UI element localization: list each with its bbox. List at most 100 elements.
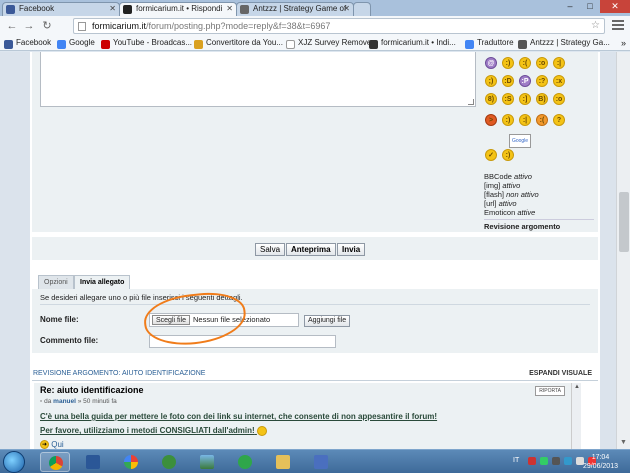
file-comment-label: Commento file: [40, 336, 99, 345]
smiley-icon[interactable]: :) [502, 57, 514, 69]
smiley-icon[interactable]: :| [553, 57, 565, 69]
post-meta-prefix: da [44, 398, 52, 405]
bookmark-youtube[interactable]: YouTube - Broadcas... [101, 38, 192, 49]
file-name-label: Nome file: [40, 315, 79, 324]
youtube-icon [101, 40, 110, 49]
smiley-icon[interactable]: :| [519, 114, 531, 126]
bookmark-translator[interactable]: Traduttore [465, 38, 514, 49]
url-input[interactable]: formicarium.it/forum/posting.php?mode=re… [73, 18, 605, 34]
tray-icon[interactable] [564, 457, 572, 465]
menu-icon[interactable] [612, 20, 624, 32]
close-tab-icon[interactable]: ✕ [109, 4, 116, 13]
taskbar-paint[interactable] [306, 452, 336, 472]
post-scrollbar[interactable]: ▲ [571, 383, 581, 449]
tray-icon[interactable] [528, 457, 536, 465]
taskbar-chrome[interactable] [40, 452, 70, 472]
tab-facebook[interactable]: Facebook ✕ [2, 2, 120, 16]
tab-antzzz[interactable]: Antzzz | Strategy Game of ✕ [236, 2, 354, 16]
google-sign-smiley-icon[interactable]: Google [509, 134, 531, 148]
expand-view-link[interactable]: ESPANDI VISUALE [529, 370, 592, 377]
img-status: attivo [502, 181, 521, 190]
resize-handle[interactable] [468, 99, 474, 105]
language-indicator[interactable]: IT [513, 457, 519, 464]
smiley-icon[interactable]: 8) [485, 93, 497, 105]
page-scrollbar[interactable]: ▼ [616, 52, 630, 449]
scroll-up-icon[interactable]: ▲ [574, 384, 580, 390]
bookmark-google[interactable]: Google [57, 38, 95, 49]
smiley-icon[interactable]: > [485, 114, 497, 126]
add-file-button[interactable]: Aggiungi file [304, 315, 351, 327]
post-meta: ▫ da manuel » 50 minuti fa [40, 398, 117, 405]
question-smiley-icon[interactable]: ? [553, 114, 565, 126]
jester-smiley-icon[interactable]: :P [519, 75, 531, 87]
back-icon[interactable]: ← [5, 19, 19, 33]
close-tab-icon[interactable]: ✕ [343, 4, 350, 13]
post-author-link[interactable]: manuel [53, 398, 76, 405]
smiley-icon[interactable]: :? [536, 75, 548, 87]
smiley-icon[interactable]: :( [519, 57, 531, 69]
post-icon: ▫ [40, 398, 43, 405]
smiley-icon[interactable]: :) [502, 149, 514, 161]
taskbar-media-center[interactable] [154, 452, 184, 472]
tray-icon[interactable] [540, 457, 548, 465]
tab-attach-file[interactable]: Invia allegato [74, 275, 131, 289]
taskbar-clock[interactable]: 17:04 29/06/2013 [583, 453, 618, 471]
forward-icon[interactable]: → [22, 19, 36, 33]
tray-icon[interactable] [552, 457, 560, 465]
bookmark-label: Facebook [16, 38, 52, 47]
maximize-button[interactable]: □ [580, 0, 600, 13]
taskbar-picasa[interactable] [116, 452, 146, 472]
bookmark-label: XJZ Survey Remover [298, 38, 375, 47]
img-label: [img] [484, 181, 501, 190]
bbcode-label: BBCode [484, 172, 512, 181]
facebook-icon [4, 40, 13, 49]
emoticon-status: attive [517, 208, 536, 217]
smiley-icon[interactable]: :D [502, 75, 514, 87]
close-tab-icon[interactable]: ✕ [226, 4, 233, 13]
taskbar-utorrent[interactable] [230, 452, 260, 472]
bookmark-formicarium[interactable]: formicarium.it • Indi... [369, 38, 456, 49]
scroll-down-icon[interactable]: ▼ [620, 439, 627, 446]
smiley-icon[interactable]: :) [502, 114, 514, 126]
message-textarea[interactable] [40, 52, 476, 107]
topic-review-header: REVISIONE ARGOMENTO: AIUTO IDENTIFICAZIO… [32, 369, 598, 381]
tab-formicarium[interactable]: formicarium.it • Rispondi ✕ [119, 2, 237, 16]
reload-icon[interactable]: ↻ [40, 19, 54, 33]
bookmarks-more-button[interactable]: » [621, 38, 626, 48]
browser-tab-strip: Facebook ✕ formicarium.it • Rispondi ✕ A… [0, 0, 630, 16]
smiley-icon[interactable]: ;) [485, 75, 497, 87]
bookmark-antzzz[interactable]: Antzzz | Strategy Ga... [518, 38, 610, 49]
scrollbar-thumb[interactable] [619, 192, 629, 252]
start-button[interactable] [3, 451, 25, 473]
smiley-icon[interactable]: :x [553, 75, 565, 87]
attachment-panel: Se desideri allegare uno o più file inse… [32, 288, 598, 353]
qui-link[interactable]: Qui [51, 440, 63, 449]
bookmark-survey-remover[interactable]: XJZ Survey Remover [286, 38, 375, 49]
smiley-icon[interactable]: @ [485, 57, 497, 69]
forum-content: @ :) :( :o :| ;) :D :P :? :x 8) :S :] B)… [30, 52, 600, 449]
new-tab-button[interactable] [353, 2, 371, 16]
smiley-icon[interactable]: :o [536, 57, 548, 69]
tab-options[interactable]: Opzioni [38, 275, 74, 289]
submit-button[interactable]: Invia [337, 243, 366, 256]
taskbar-explorer[interactable] [268, 452, 298, 472]
quote-button[interactable]: RIPORTA [535, 386, 565, 396]
google-sign-text: Google [511, 138, 529, 144]
bookmark-label: Google [69, 38, 95, 47]
bookmark-facebook[interactable]: Facebook [4, 38, 52, 49]
smiley-icon[interactable]: B) [536, 93, 548, 105]
bookmark-converter[interactable]: Convertitore da You... [194, 38, 283, 49]
bookmark-star-icon[interactable]: ☆ [591, 20, 600, 31]
smiley-icon[interactable]: :S [502, 93, 514, 105]
smiley-icon[interactable]: :] [519, 93, 531, 105]
smiley-icon[interactable]: :o [553, 93, 565, 105]
taskbar-photo-viewer[interactable] [192, 452, 222, 472]
tab-label: Antzzz | Strategy Game of [253, 4, 347, 13]
save-button[interactable]: Salva [255, 243, 286, 256]
check-smiley-icon[interactable]: ✓ [485, 149, 497, 161]
taskbar-word[interactable] [78, 452, 108, 472]
preview-button[interactable]: Anteprima [286, 243, 336, 256]
smiley-icon[interactable]: :( [536, 114, 548, 126]
minimize-button[interactable]: – [560, 0, 580, 13]
close-window-button[interactable]: ✕ [600, 0, 630, 13]
